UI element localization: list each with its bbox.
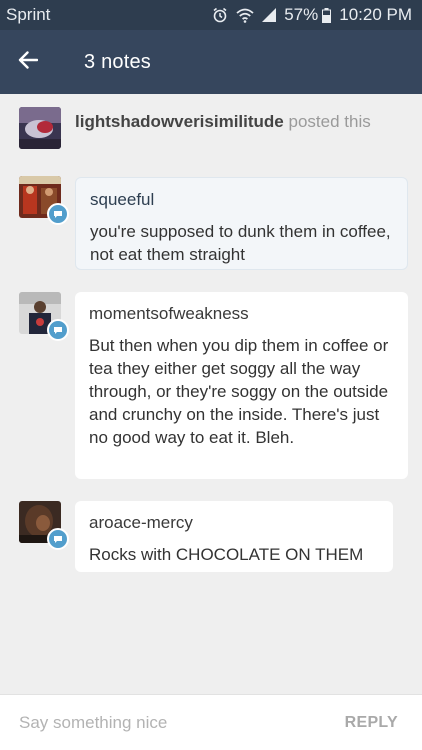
list-item: aroace-mercy Rocks with CHOCOLATE ON THE…: [75, 501, 393, 572]
reply-badge-icon: [47, 319, 69, 341]
avatar[interactable]: [19, 107, 61, 149]
status-icons: 57% 10:20 PM: [212, 5, 412, 25]
comment-input[interactable]: [19, 712, 279, 733]
signal-icon: [262, 8, 277, 22]
note-username[interactable]: squeeful: [90, 190, 393, 210]
list-item: squeeful you're supposed to dunk them in…: [75, 177, 408, 270]
page-title: 3 notes: [84, 50, 152, 73]
carrier-label: Sprint: [6, 5, 51, 24]
clock: 10:20 PM: [339, 5, 412, 24]
poster-action: posted this: [288, 112, 371, 131]
note-username[interactable]: aroace-mercy: [89, 513, 379, 533]
reply-badge-icon: [47, 528, 69, 550]
reply-badge-icon: [47, 203, 69, 225]
list-item: momentsofweakness But then when you dip …: [75, 292, 408, 479]
battery-icon: [322, 7, 332, 23]
alarm-icon: [212, 7, 228, 23]
battery-percent: 57%: [284, 5, 319, 24]
wifi-icon: [236, 8, 254, 23]
back-button[interactable]: [0, 30, 56, 94]
reply-button[interactable]: REPLY: [345, 714, 398, 732]
status-bar: Sprint 57% 10:20 PM: [0, 0, 422, 30]
poster-line: lightshadowverisimilitude posted this: [75, 112, 371, 132]
arrow-left-icon: [18, 50, 39, 74]
poster-username[interactable]: lightshadowverisimilitude: [75, 112, 284, 131]
app-bar: 3 notes: [0, 30, 422, 94]
note-text: Rocks with CHOCOLATE ON THEM: [89, 545, 364, 564]
note-text: you're supposed to dunk them in coffee, …: [90, 222, 391, 264]
note-text: But then when you dip them in coffee or …: [89, 336, 389, 447]
compose-bar: REPLY: [0, 694, 422, 750]
note-username[interactable]: momentsofweakness: [89, 304, 394, 324]
